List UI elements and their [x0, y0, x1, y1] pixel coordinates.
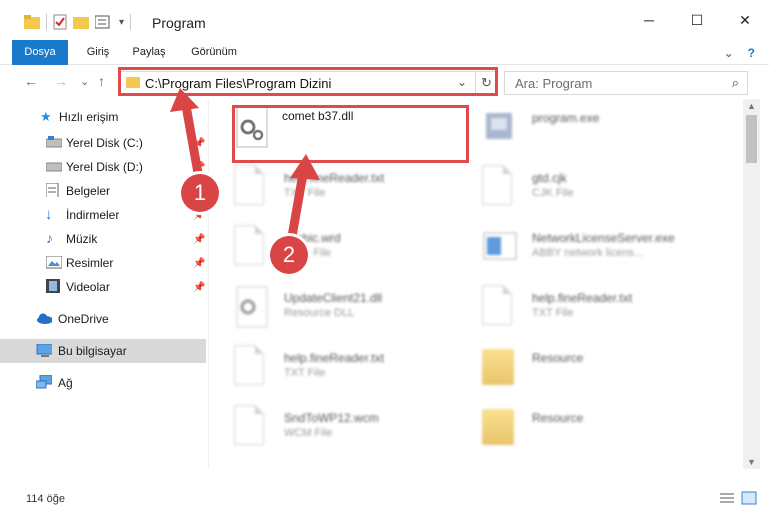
- step-badge-1: 1: [181, 174, 219, 212]
- annotation-arrows: [170, 88, 320, 253]
- step-badge-2: 2: [270, 236, 308, 274]
- arrow-1-head: [170, 88, 199, 112]
- arrow-2-head: [290, 154, 320, 180]
